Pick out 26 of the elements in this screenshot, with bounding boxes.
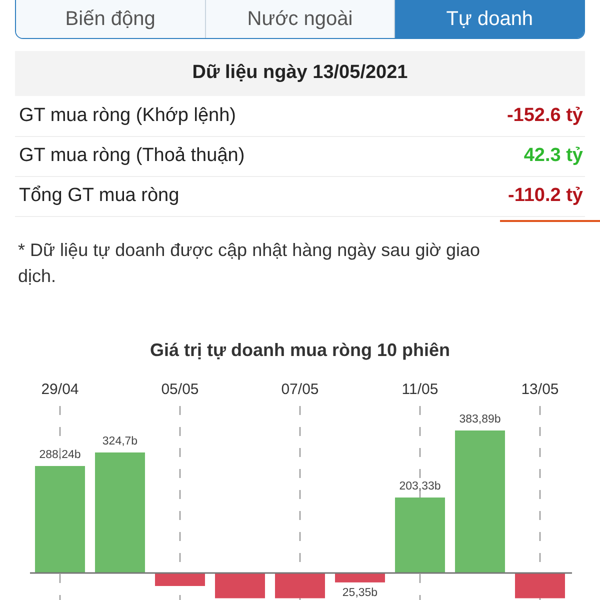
- value-label: 203,33b: [399, 480, 441, 493]
- bar: [215, 573, 265, 598]
- value-label: 25,35b: [342, 587, 378, 599]
- axis-label: 29/04: [41, 381, 79, 398]
- value-label: 288,24b: [39, 449, 81, 461]
- row-label: GT mua ròng (Thoả thuận): [18, 144, 245, 168]
- tab[interactable]: Nước ngoài: [204, 0, 394, 38]
- footnote-text: * Dữ liệu tự doanh được cập nhật hàng ngày sau giờ giao dịch.: [18, 239, 482, 288]
- tab[interactable]: Tự doanh: [394, 0, 584, 38]
- row-value: -110.2 tỷ: [508, 185, 584, 206]
- bar: [515, 573, 565, 598]
- row-value: 42.3 tỷ: [524, 145, 584, 166]
- value-label: 383,89b: [459, 414, 501, 426]
- value-label: 324,7b: [102, 435, 138, 448]
- bar: [155, 573, 205, 586]
- row-label: GT mua ròng (Khớp lệnh): [18, 104, 236, 128]
- chart-title: Giá trị tự doanh mua ròng 10 phiên: [148, 339, 452, 362]
- axis-label: 05/05: [161, 381, 199, 398]
- row-value: -152.6 tỷ: [506, 105, 584, 126]
- axis-label: 07/05: [281, 381, 319, 398]
- bar: [275, 573, 325, 598]
- tab[interactable]: Biến động: [16, 0, 205, 38]
- row-label: Tổng GT mua ròng: [18, 184, 180, 208]
- table-title: Dữ liệu ngày 13/05/2021: [15, 51, 585, 96]
- axis-label: 11/05: [402, 381, 438, 398]
- axis-label: 13/05: [521, 381, 559, 398]
